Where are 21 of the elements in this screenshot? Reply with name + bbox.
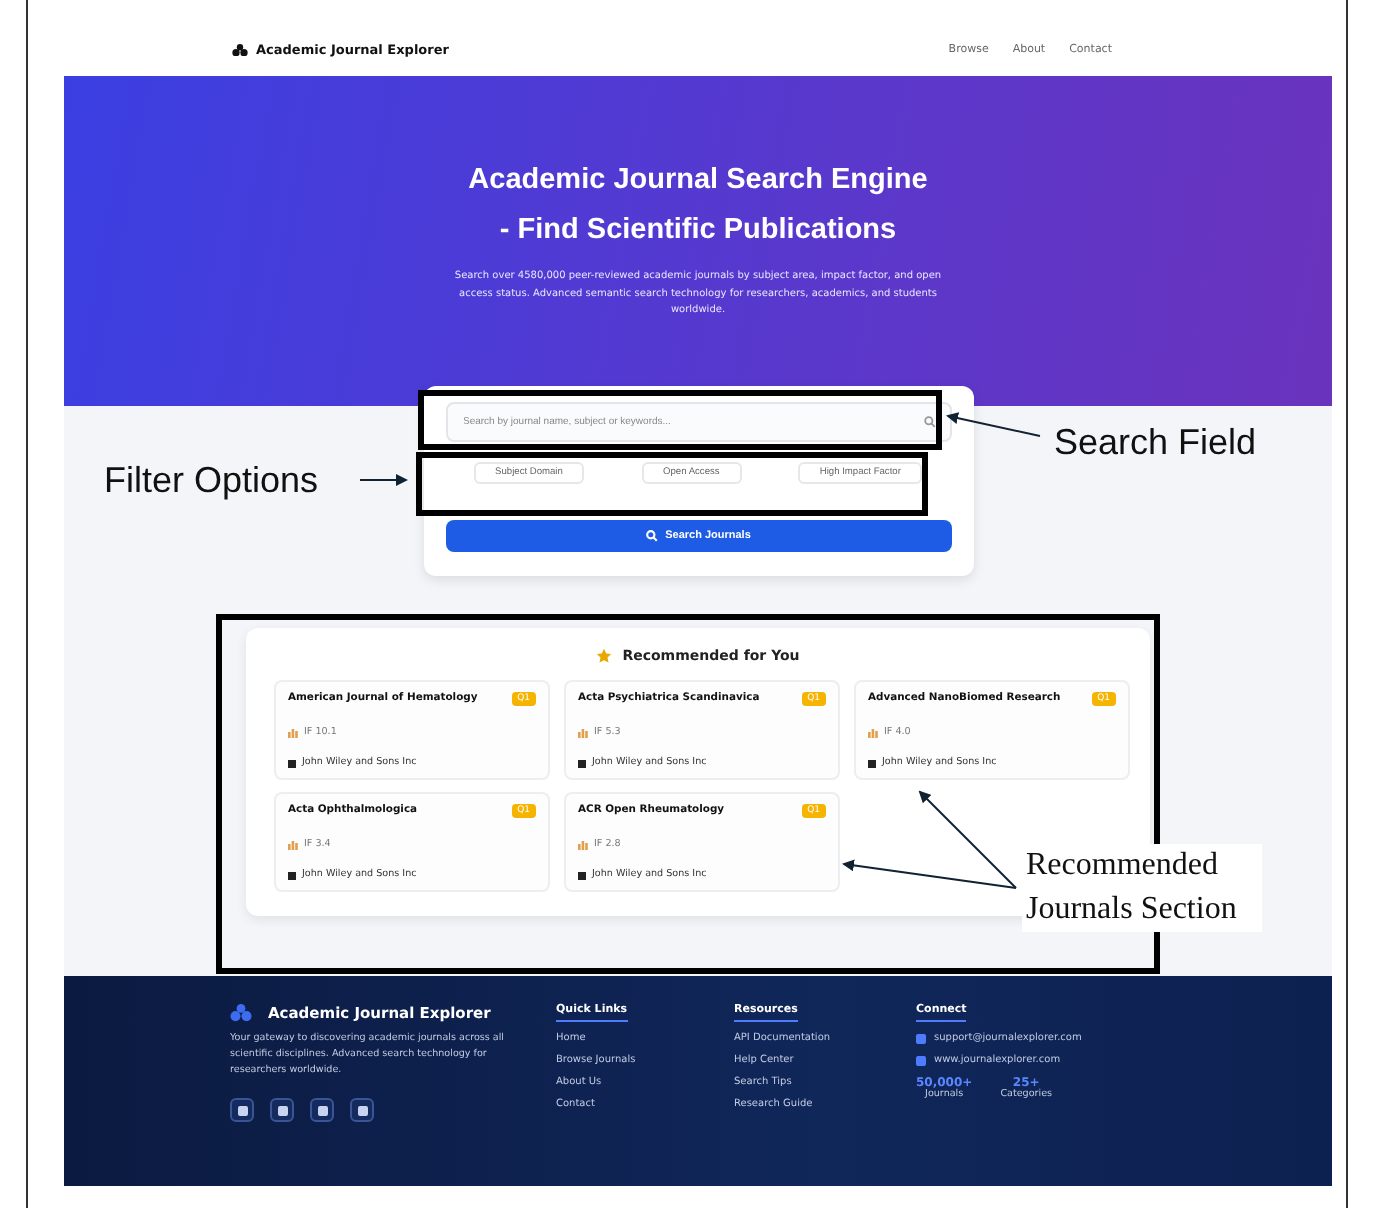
annotation-label: Filter Options	[104, 460, 319, 500]
annotation-label: Recommended Journals Section	[1022, 844, 1262, 932]
search-icon	[645, 530, 658, 542]
social-icon[interactable]	[270, 1098, 294, 1122]
annotation-arrow	[946, 412, 1041, 437]
logo-icon	[230, 1004, 252, 1022]
star-icon	[596, 648, 613, 664]
hero-title: Academic Journal Search Engine	[468, 162, 928, 200]
annotation-arrow	[359, 474, 408, 486]
search-icon	[923, 416, 935, 428]
social-icon[interactable]	[350, 1098, 374, 1122]
social-icon[interactable]	[310, 1098, 334, 1122]
chart-icon	[578, 839, 588, 849]
social-icon[interactable]	[230, 1098, 254, 1122]
chart-icon	[578, 727, 588, 737]
annotation-label: Search Field	[1054, 422, 1257, 462]
chart-icon	[288, 727, 298, 737]
chart-icon	[868, 727, 878, 737]
chart-icon	[288, 839, 298, 849]
hero-title: - Find Scientific Publications	[499, 212, 897, 250]
logo-icon	[232, 43, 248, 57]
